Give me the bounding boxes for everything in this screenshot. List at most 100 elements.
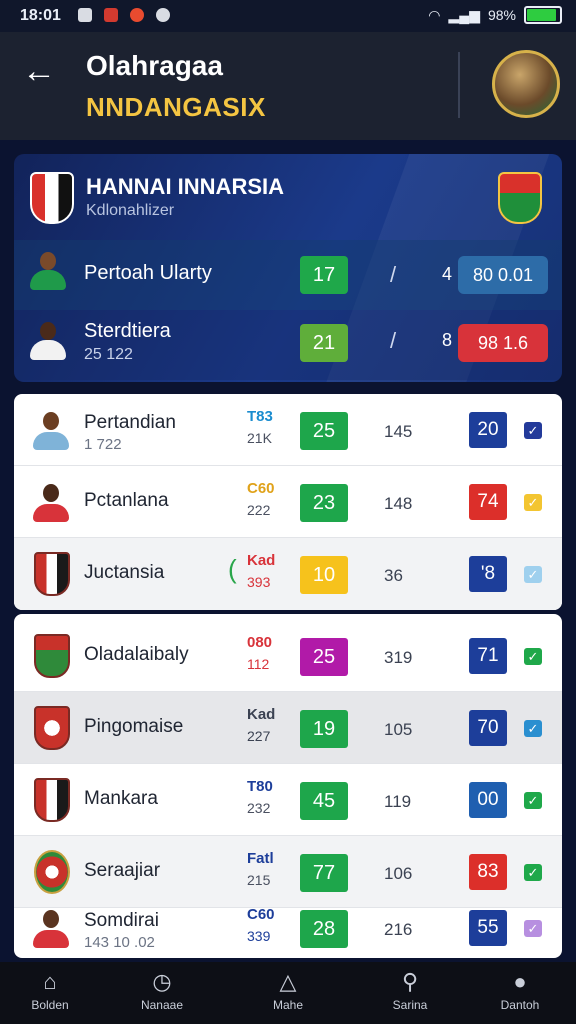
stat-box: '8 bbox=[469, 556, 507, 592]
separator: / bbox=[390, 262, 397, 287]
battery-icon bbox=[524, 6, 562, 24]
list-item-code: C60 bbox=[247, 906, 275, 923]
score-badge: 45 bbox=[300, 782, 348, 820]
player-name: Pertoah Ularty bbox=[84, 262, 212, 284]
stat-box: 71 bbox=[469, 638, 507, 674]
score-badge: 19 bbox=[300, 710, 348, 748]
nav-item-schedule[interactable]: ◷ Nanaae bbox=[122, 968, 202, 1012]
notification-icon bbox=[130, 8, 144, 22]
check-icon[interactable]: ✓ bbox=[524, 566, 542, 583]
trend-icon: ( bbox=[228, 554, 237, 584]
list-item[interactable]: Pingomaise Kad 227 19 105 70 ✓ bbox=[14, 692, 562, 764]
list-item-number: 145 bbox=[384, 422, 413, 441]
player-name: Sterdtiera bbox=[84, 320, 171, 342]
check-icon[interactable]: ✓ bbox=[524, 494, 542, 511]
list-item-code2: 393 bbox=[247, 574, 271, 590]
check-icon[interactable]: ✓ bbox=[524, 422, 542, 439]
stat-pill[interactable]: 80 0.01 bbox=[458, 256, 548, 294]
featured-player-row[interactable]: Pertoah Ularty 17 / 4 80 0.01 bbox=[14, 240, 562, 310]
list-item-name: Seraajiar bbox=[84, 860, 161, 881]
battery-percent: 98% bbox=[487, 7, 516, 23]
nav-label: Sarina bbox=[392, 998, 428, 1012]
bottom-nav: ⌂ Bolden ◷ Nanaae △ Mahe ⚲ Sarina ● Dant… bbox=[0, 962, 576, 1024]
featured-player-row[interactable]: Sterdtiera 25 122 21 / 8 98 1.6 bbox=[14, 310, 562, 380]
nav-item-home[interactable]: ⌂ Bolden bbox=[10, 968, 90, 1012]
list-item-name: Pertandian bbox=[84, 412, 176, 433]
score-badge: 17 bbox=[300, 256, 348, 294]
stat-box: 83 bbox=[469, 854, 507, 890]
list-item[interactable]: Juctansia ( Kad 393 10 36 '8 ✓ bbox=[14, 538, 562, 610]
featured-match-card[interactable]: HANNAI INNARSIA Kdlonahlizer Pertoah Ula… bbox=[14, 154, 562, 382]
team-crest-icon bbox=[30, 172, 74, 224]
list-item-code2: 227 bbox=[247, 728, 271, 744]
list-item-name: Somdirai bbox=[84, 910, 159, 931]
match-list-card: Pertandian 1 722 T83 21K 25 145 20 ✓ Pct… bbox=[14, 394, 562, 610]
list-item-name: Pingomaise bbox=[84, 716, 184, 737]
score-badge: 21 bbox=[300, 324, 348, 362]
score-badge: 77 bbox=[300, 854, 348, 892]
home-icon: ⌂ bbox=[43, 969, 57, 994]
list-item-number: 148 bbox=[384, 494, 413, 513]
score-badge: 28 bbox=[300, 910, 348, 948]
list-item-sub: 143 10 .02 bbox=[84, 934, 155, 951]
check-icon[interactable]: ✓ bbox=[524, 920, 542, 937]
header-divider bbox=[458, 52, 460, 118]
page-title: Olahragaa bbox=[86, 50, 223, 81]
featured-team-sub: Kdlonahlizer bbox=[86, 202, 175, 219]
user-avatar[interactable] bbox=[492, 50, 560, 118]
featured-team-name: HANNAI INNARSIA bbox=[86, 174, 284, 199]
team-crest-icon bbox=[34, 850, 70, 894]
team-crest-icon bbox=[498, 172, 542, 224]
list-item-code: Fatl bbox=[247, 850, 274, 867]
list-item-number: 216 bbox=[384, 920, 413, 939]
app-header: ← Olahragaa NNDANGASIX bbox=[0, 32, 576, 140]
nav-label: Dantoh bbox=[500, 998, 540, 1012]
signal-icon: ▂▄▆ bbox=[448, 6, 480, 23]
stat-box: 20 bbox=[469, 412, 507, 448]
stat-box: 00 bbox=[469, 782, 507, 818]
nav-item-search[interactable]: ⚲ Sarina bbox=[370, 968, 450, 1012]
check-icon[interactable]: ✓ bbox=[524, 720, 542, 737]
search-icon: ⚲ bbox=[401, 969, 419, 994]
list-item-name: Mankara bbox=[84, 788, 158, 809]
score-badge: 25 bbox=[300, 638, 348, 676]
list-item[interactable]: Somdirai 143 10 .02 C60 339 28 216 55 ✓ bbox=[14, 892, 562, 958]
check-icon[interactable]: ✓ bbox=[524, 648, 542, 665]
check-icon[interactable]: ✓ bbox=[524, 864, 542, 881]
list-item-name: Juctansia bbox=[84, 562, 165, 583]
team-crest-icon bbox=[34, 552, 70, 596]
player-number: 8 bbox=[442, 330, 453, 350]
list-item-name: Pctanlana bbox=[84, 490, 169, 511]
nav-item-main[interactable]: △ Mahe bbox=[248, 968, 328, 1012]
stat-box: 74 bbox=[469, 484, 507, 520]
list-item-code2: 215 bbox=[247, 872, 271, 888]
status-indicators: ◠ ▂▄▆ 98% bbox=[428, 6, 562, 24]
player-avatar bbox=[28, 250, 68, 290]
page-subtitle: NNDANGASIX bbox=[86, 92, 266, 122]
notification-icon bbox=[104, 8, 118, 22]
team-crest-icon bbox=[34, 634, 70, 678]
list-item-code: 080 bbox=[247, 634, 273, 651]
list-item[interactable]: Oladalaibaly 080 112 25 319 71 ✓ bbox=[14, 620, 562, 692]
nav-label: Mahe bbox=[272, 998, 304, 1012]
player-avatar bbox=[32, 908, 70, 948]
app-icon bbox=[78, 8, 92, 22]
list-item[interactable]: Pertandian 1 722 T83 21K 25 145 20 ✓ bbox=[14, 394, 562, 466]
profile-icon: ● bbox=[513, 969, 527, 994]
back-arrow-icon[interactable]: ← bbox=[22, 54, 56, 88]
list-item-code: Kad bbox=[247, 552, 276, 569]
list-item-number: 36 bbox=[384, 566, 403, 585]
nav-label: Bolden bbox=[31, 998, 69, 1012]
player-avatar bbox=[32, 482, 70, 522]
list-item-number: 105 bbox=[384, 720, 413, 739]
list-item-code: Kad bbox=[247, 706, 276, 723]
player-avatar bbox=[28, 320, 68, 360]
list-item-number: 106 bbox=[384, 864, 413, 883]
list-item[interactable]: Pctanlana C60 222 23 148 74 ✓ bbox=[14, 466, 562, 538]
list-item[interactable]: Mankara T80 232 45 119 00 ✓ bbox=[14, 764, 562, 836]
stat-pill[interactable]: 98 1.6 bbox=[458, 324, 548, 362]
list-item-code2: 21K bbox=[247, 430, 272, 446]
nav-item-profile[interactable]: ● Dantoh bbox=[480, 968, 560, 1012]
check-icon[interactable]: ✓ bbox=[524, 792, 542, 809]
list-item-code2: 232 bbox=[247, 800, 271, 816]
